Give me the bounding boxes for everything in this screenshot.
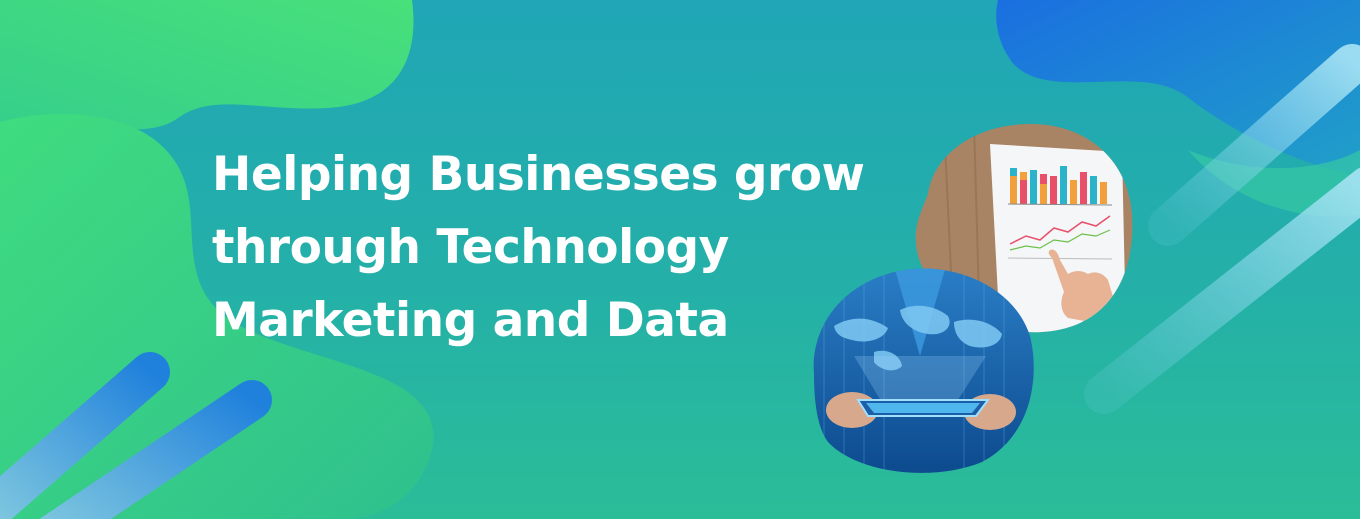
headline-line-3: Marketing and Data [212,293,729,348]
tablet-world-map-photo [813,268,1034,473]
diagonal-bar-4 [1084,167,1360,414]
headline-line-2: through Technology [212,220,729,275]
headline-line-1: Helping Businesses grow [212,147,865,202]
headline: Helping Businesses grow through Technolo… [212,138,865,357]
hero-banner: Helping Businesses grow through Technolo… [0,0,1360,519]
